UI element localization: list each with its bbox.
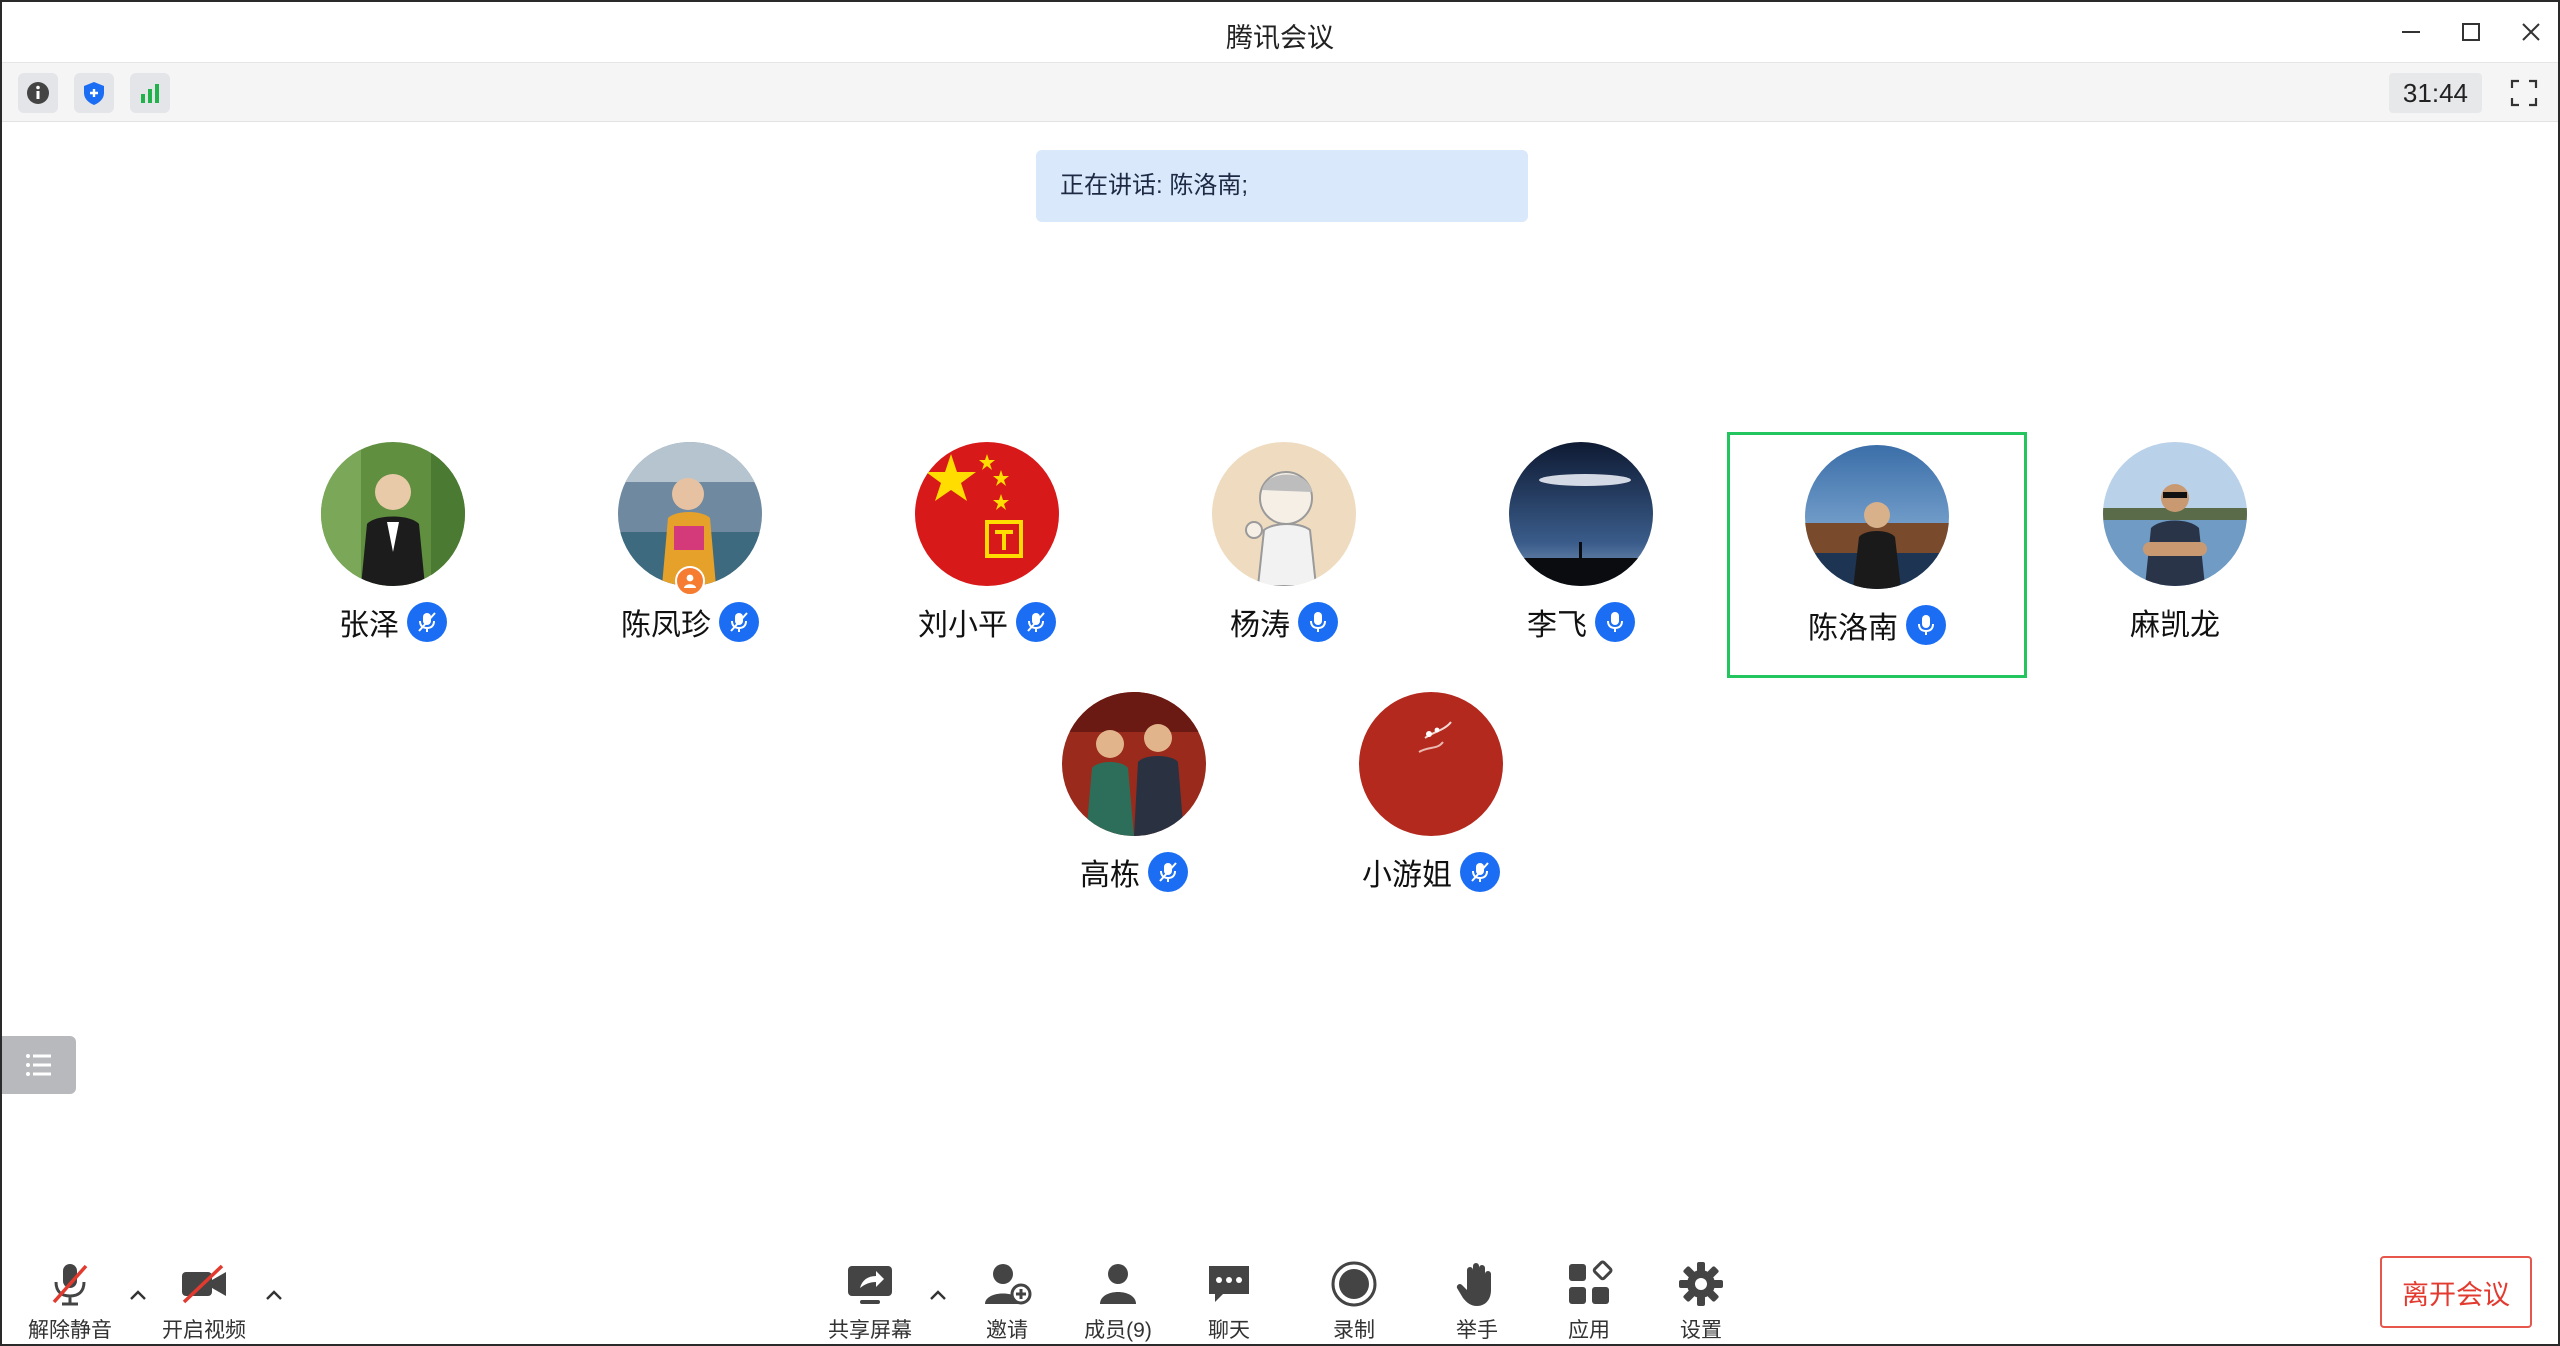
settings-button[interactable]: 设置 [1651, 1256, 1751, 1344]
avatar [1509, 442, 1653, 586]
participant-tile[interactable]: 杨涛 [1134, 432, 1434, 678]
share-screen-button[interactable]: 共享屏幕 [820, 1256, 920, 1344]
speaking-banner: 正在讲话: 陈洛南; [1036, 150, 1528, 222]
mic-muted-icon [719, 602, 759, 642]
mic-off-icon [52, 1264, 88, 1306]
participant-tile[interactable]: 陈凤珍 [540, 432, 840, 678]
avatar [1359, 692, 1503, 836]
chat-button[interactable]: 聊天 [1179, 1256, 1279, 1344]
meeting-timer: 31:44 [2388, 73, 2482, 113]
participant-tile-active-speaker[interactable]: 陈洛南 [1727, 432, 2027, 678]
participant-tile[interactable]: 刘小平 [837, 432, 1137, 678]
meeting-info-bar: 31:44 [2, 62, 2558, 122]
fullscreen-icon [2510, 79, 2538, 107]
unmute-button[interactable]: 解除静音 [20, 1256, 120, 1344]
participant-name: 高栋 [1080, 859, 1140, 892]
mic-icon [1906, 605, 1946, 645]
participant-name: 张泽 [339, 609, 399, 642]
mic-icon [1298, 602, 1338, 642]
participant-name: 陈凤珍 [621, 609, 711, 642]
participant-name: 刘小平 [918, 609, 1008, 642]
chevron-up-icon [266, 1290, 282, 1300]
participant-tile[interactable]: 高栋 [984, 682, 1284, 928]
participant-tile[interactable]: 麻凯龙 [2025, 432, 2325, 678]
participant-name: 陈洛南 [1808, 612, 1898, 645]
mic-icon [1595, 602, 1635, 642]
window-title: 腾讯会议 [1226, 23, 1334, 53]
layout-list-button[interactable] [2, 1036, 76, 1094]
meeting-info-button[interactable] [18, 73, 58, 113]
raise-hand-button[interactable]: 举手 [1427, 1256, 1527, 1344]
leave-meeting-button[interactable]: 离开会议 [2380, 1256, 2532, 1328]
invite-button[interactable]: 邀请 [957, 1256, 1057, 1344]
participant-tile[interactable]: 李飞 [1431, 432, 1731, 678]
apps-button[interactable]: 应用 [1539, 1256, 1639, 1344]
avatar [1805, 445, 1949, 589]
maximize-icon [2462, 23, 2480, 41]
avatar [1062, 692, 1206, 836]
participant-name: 小游姐 [1362, 859, 1452, 892]
host-badge [675, 566, 705, 596]
video-options-caret[interactable] [260, 1282, 288, 1310]
mic-muted-icon [1016, 602, 1056, 642]
participant-name: 麻凯龙 [2130, 609, 2220, 642]
avatar [915, 442, 1059, 586]
avatar [321, 442, 465, 586]
chevron-up-icon [930, 1290, 946, 1300]
apps-icon [1569, 1260, 1613, 1304]
invite-icon [985, 1264, 1032, 1305]
participant-tile[interactable]: 小游姐 [1281, 682, 1581, 928]
share-options-caret[interactable] [924, 1282, 952, 1310]
participant-tile[interactable]: 张泽 [243, 432, 543, 678]
camera-off-icon [182, 1264, 226, 1304]
participant-name: 李飞 [1527, 609, 1587, 642]
chat-icon [1209, 1266, 1249, 1302]
security-button[interactable] [74, 73, 114, 113]
bottom-toolbar: 解除静音 开启视频 共享屏幕 邀请 成员(9) 聊天 录制 举手 应用 设置 离… [2, 1242, 2558, 1344]
fullscreen-button[interactable] [2502, 73, 2546, 113]
shield-icon [84, 82, 104, 105]
mic-muted-icon [1460, 852, 1500, 892]
network-quality-button[interactable] [130, 73, 170, 113]
raise-hand-icon [1456, 1263, 1491, 1306]
close-icon [2522, 23, 2540, 41]
start-video-button[interactable]: 开启视频 [154, 1256, 254, 1344]
avatar [618, 442, 762, 586]
mic-muted-icon [1148, 852, 1188, 892]
avatar [2103, 442, 2247, 586]
audio-options-caret[interactable] [124, 1282, 152, 1310]
close-button[interactable] [2506, 12, 2556, 52]
chevron-up-icon [130, 1290, 146, 1300]
members-icon [1100, 1264, 1136, 1304]
minimize-icon [2402, 31, 2420, 33]
signal-icon [141, 84, 159, 103]
share-screen-icon [848, 1266, 892, 1304]
meeting-window: 腾讯会议 31:44 正在讲话: 陈洛南; 张泽 陈凤珍 刘小平 杨涛 李飞 陈… [0, 0, 2560, 1346]
members-button[interactable]: 成员(9) [1068, 1256, 1168, 1344]
mic-muted-icon [407, 602, 447, 642]
record-icon [1331, 1261, 1377, 1307]
info-icon [27, 82, 49, 104]
record-button[interactable]: 录制 [1304, 1256, 1404, 1344]
host-icon [684, 574, 696, 588]
title-bar: 腾讯会议 [2, 2, 2558, 62]
minimize-button[interactable] [2386, 12, 2436, 52]
list-icon [26, 1054, 51, 1076]
participant-name: 杨涛 [1230, 609, 1290, 642]
gear-icon [1679, 1262, 1723, 1306]
maximize-button[interactable] [2446, 12, 2496, 52]
avatar [1212, 442, 1356, 586]
